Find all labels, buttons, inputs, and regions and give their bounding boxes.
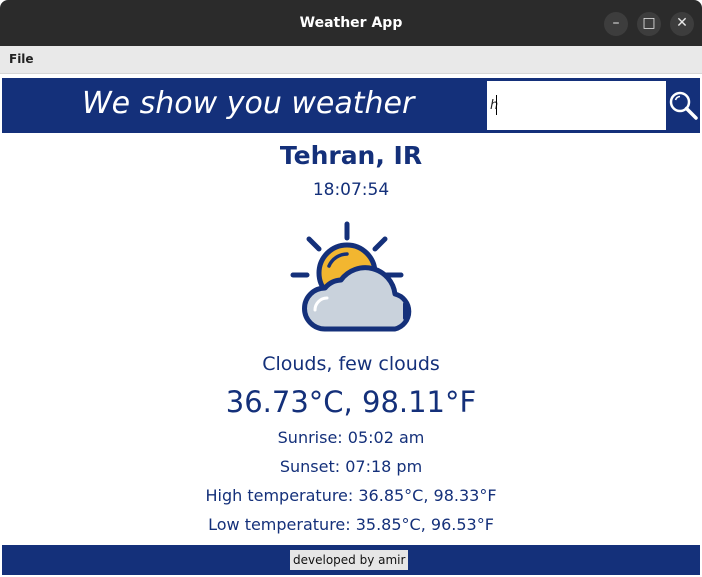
sun-behind-cloud-icon	[290, 221, 412, 332]
weather-description: Clouds, few clouds	[262, 353, 440, 375]
window-title: Weather App	[299, 15, 403, 31]
high-temperature: High temperature: 36.85°C, 98.33°F	[205, 486, 497, 505]
city-name: Tehran, IR	[279, 141, 423, 170]
current-temperature: 36.73°C, 98.11°F	[225, 385, 477, 419]
sunrise-time: Sunrise: 05:02 am	[277, 428, 425, 447]
footer-bar: developed by amir	[2, 545, 700, 575]
city-search-input[interactable]	[487, 81, 666, 130]
sunset-time: Sunset: 07:18 pm	[279, 457, 423, 476]
maximize-icon[interactable]: □	[637, 12, 661, 36]
header-banner: We show you weather	[2, 78, 700, 133]
minimize-icon[interactable]: –	[604, 12, 628, 36]
developer-credit: developed by amir	[290, 550, 409, 570]
close-icon[interactable]: ✕	[670, 12, 694, 36]
window-titlebar: Weather App – □ ✕	[0, 0, 702, 46]
headline: We show you weather	[82, 86, 415, 121]
magnifier-icon[interactable]	[667, 89, 699, 121]
menu-bar: File	[0, 46, 702, 74]
menu-file[interactable]: File	[9, 52, 34, 66]
low-temperature: Low temperature: 35.85°C, 96.53°F	[208, 515, 494, 534]
local-time: 18:07:54	[312, 180, 390, 200]
text-caret	[496, 95, 497, 115]
